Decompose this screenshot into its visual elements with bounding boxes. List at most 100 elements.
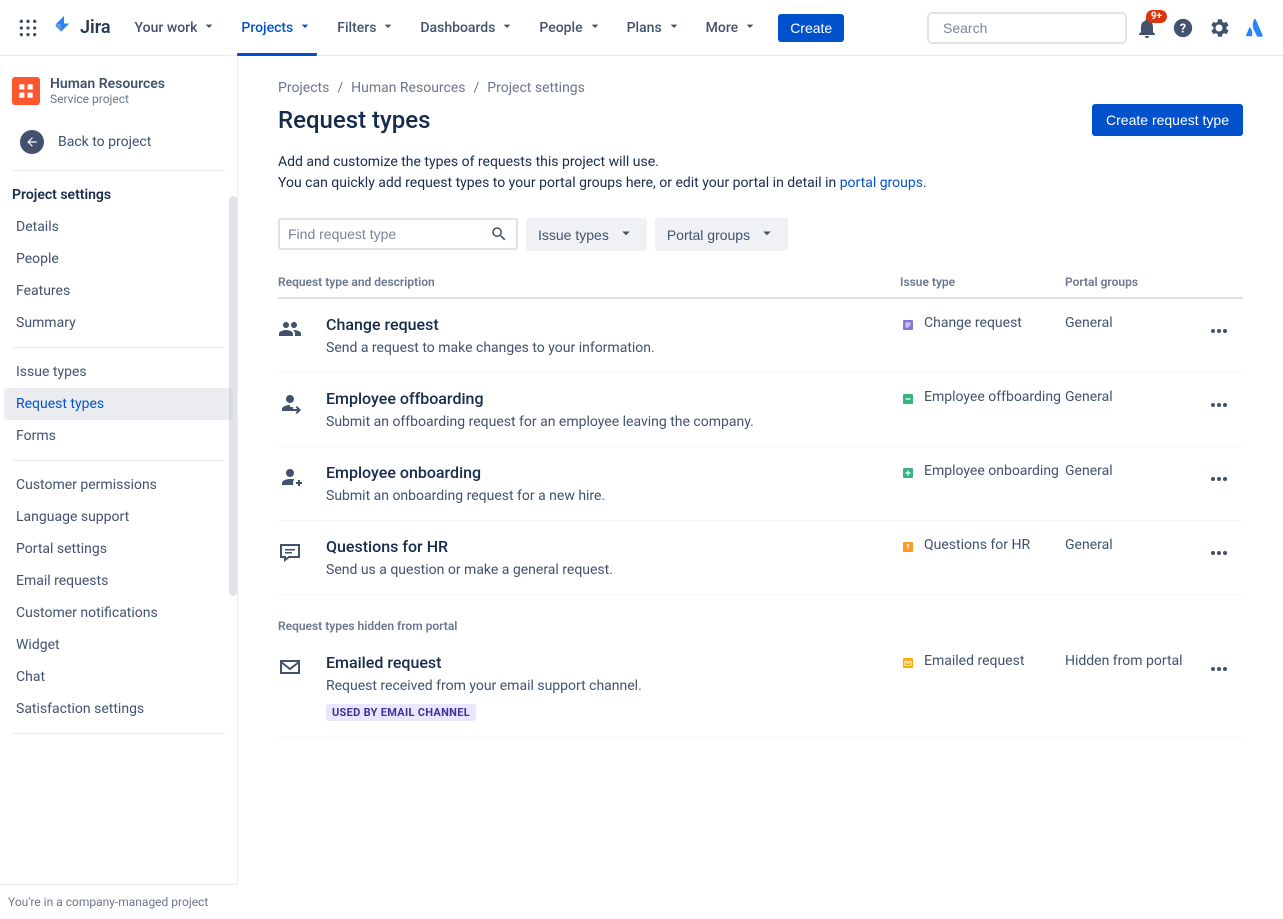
issue-type-label: Employee onboarding	[924, 463, 1059, 479]
more-actions-button[interactable]	[1203, 537, 1235, 573]
more-actions-button[interactable]	[1203, 315, 1235, 351]
sidebar-item-widget[interactable]: Widget	[4, 629, 233, 661]
chevron-down-icon	[201, 18, 217, 38]
sidebar-item-features[interactable]: Features	[4, 275, 233, 307]
nav-plans[interactable]: Plans	[619, 0, 690, 56]
nav-label: Filters	[337, 20, 376, 36]
sidebar-item-forms[interactable]: Forms	[4, 420, 233, 452]
find-input-field[interactable]	[288, 226, 490, 242]
more-icon	[1207, 393, 1231, 417]
issue-type-icon	[900, 391, 916, 407]
filter-label: Portal groups	[667, 227, 750, 243]
breadcrumb-project-name[interactable]: Human Resources	[351, 80, 465, 96]
sidebar-item-portal-settings[interactable]: Portal settings	[4, 533, 233, 565]
sidebar-item-request-types[interactable]: Request types	[4, 388, 233, 420]
project-header[interactable]: Human Resources Service project	[0, 56, 237, 118]
nav-label: Plans	[627, 20, 662, 36]
request-title: Employee offboarding	[326, 389, 900, 408]
request-row[interactable]: Questions for HR Send us a question or m…	[278, 521, 1243, 595]
issue-type-label: Questions for HR	[924, 537, 1030, 553]
request-row[interactable]: Employee onboarding Submit an onboarding…	[278, 447, 1243, 521]
nav-dashboards[interactable]: Dashboards	[412, 0, 523, 56]
col-header-portal: Portal groups	[1065, 275, 1195, 289]
project-icon	[12, 77, 40, 105]
sidebar-item-email-requests[interactable]: Email requests	[4, 565, 233, 597]
request-description: Submit an offboarding request for an emp…	[326, 414, 900, 430]
search-icon	[490, 225, 508, 243]
request-description: Send a request to make changes to your i…	[326, 340, 900, 356]
request-row[interactable]: Emailed request Request received from yo…	[278, 637, 1243, 738]
row-issue-type: ? Questions for HR	[900, 537, 1065, 578]
settings-button[interactable]	[1203, 12, 1235, 44]
jira-logo-text: Jira	[80, 17, 111, 38]
request-type-icon	[278, 389, 326, 430]
col-header-issue: Issue type	[900, 275, 1065, 289]
request-title: Change request	[326, 315, 900, 334]
breadcrumb-projects[interactable]: Projects	[278, 80, 329, 96]
find-request-type-input[interactable]	[278, 218, 518, 250]
sidebar-item-language-support[interactable]: Language support	[4, 501, 233, 533]
desc-text: You can quickly add request types to you…	[278, 175, 840, 191]
row-actions	[1195, 315, 1243, 356]
nav-people[interactable]: People	[531, 0, 610, 56]
sidebar-item-chat[interactable]: Chat	[4, 661, 233, 693]
more-actions-button[interactable]	[1203, 463, 1235, 499]
main-content: Projects / Human Resources / Project set…	[238, 56, 1283, 919]
breadcrumb-settings[interactable]: Project settings	[487, 80, 585, 96]
chevron-down-icon	[742, 18, 758, 38]
portal-groups-link[interactable]: portal groups	[840, 175, 923, 191]
sidebar-item-issue-types[interactable]: Issue types	[4, 356, 233, 388]
portal-groups-filter[interactable]: Portal groups	[655, 218, 788, 251]
notifications-button[interactable]: 9+	[1131, 12, 1163, 44]
project-name: Human Resources	[50, 76, 165, 92]
chevron-down-icon	[499, 18, 515, 38]
request-row[interactable]: Employee offboarding Submit an offboardi…	[278, 373, 1243, 447]
sidebar-item-details[interactable]: Details	[4, 211, 233, 243]
atlassian-button[interactable]	[1239, 12, 1271, 44]
chevron-down-icon	[297, 18, 313, 38]
col-header-desc: Request type and description	[278, 275, 900, 289]
help-button[interactable]: ?	[1167, 12, 1199, 44]
issue-types-filter[interactable]: Issue types	[526, 218, 647, 251]
row-actions	[1195, 389, 1243, 430]
chevron-down-icon	[587, 18, 603, 38]
scrollbar[interactable]	[229, 196, 237, 596]
project-type: Service project	[50, 92, 165, 106]
sidebar-item-customer-notifications[interactable]: Customer notifications	[4, 597, 233, 629]
back-arrow-icon	[20, 130, 44, 154]
row-portal-group: General	[1065, 463, 1195, 504]
table-header: Request type and description Issue type …	[278, 267, 1243, 299]
row-actions	[1195, 653, 1243, 721]
row-issue-type: Change request	[900, 315, 1065, 356]
jira-logo[interactable]: Jira	[52, 16, 111, 40]
chevron-down-icon	[666, 18, 682, 38]
request-row[interactable]: Change request Send a request to make ch…	[278, 299, 1243, 373]
sidebar-item-satisfaction[interactable]: Satisfaction settings	[4, 693, 233, 725]
back-to-project[interactable]: Back to project	[8, 122, 229, 162]
nav-your-work[interactable]: Your work	[127, 0, 226, 56]
row-content: Emailed request Request received from yo…	[326, 653, 900, 721]
app-switcher-icon[interactable]	[12, 12, 44, 44]
issue-type-icon	[900, 655, 916, 671]
row-content: Employee onboarding Submit an onboarding…	[326, 463, 900, 504]
row-content: Change request Send a request to make ch…	[326, 315, 900, 356]
divider	[12, 460, 225, 461]
search-input[interactable]	[943, 20, 1124, 36]
more-icon	[1207, 467, 1231, 491]
sidebar-footer: You're in a company-managed project	[0, 884, 238, 919]
more-actions-button[interactable]	[1203, 653, 1235, 689]
sidebar-item-people[interactable]: People	[4, 243, 233, 275]
svg-text:?: ?	[906, 544, 910, 552]
back-label: Back to project	[58, 134, 151, 150]
nav-more[interactable]: More	[698, 0, 767, 56]
create-request-type-button[interactable]: Create request type	[1092, 104, 1243, 136]
search-box[interactable]	[927, 12, 1127, 44]
col-header-actions	[1195, 275, 1243, 289]
sidebar-item-customer-permissions[interactable]: Customer permissions	[4, 469, 233, 501]
sidebar-item-summary[interactable]: Summary	[4, 307, 233, 339]
create-button[interactable]: Create	[778, 14, 844, 42]
more-actions-button[interactable]	[1203, 389, 1235, 425]
nav-filters[interactable]: Filters	[329, 0, 404, 56]
divider	[12, 733, 225, 734]
nav-projects[interactable]: Projects	[233, 0, 321, 56]
